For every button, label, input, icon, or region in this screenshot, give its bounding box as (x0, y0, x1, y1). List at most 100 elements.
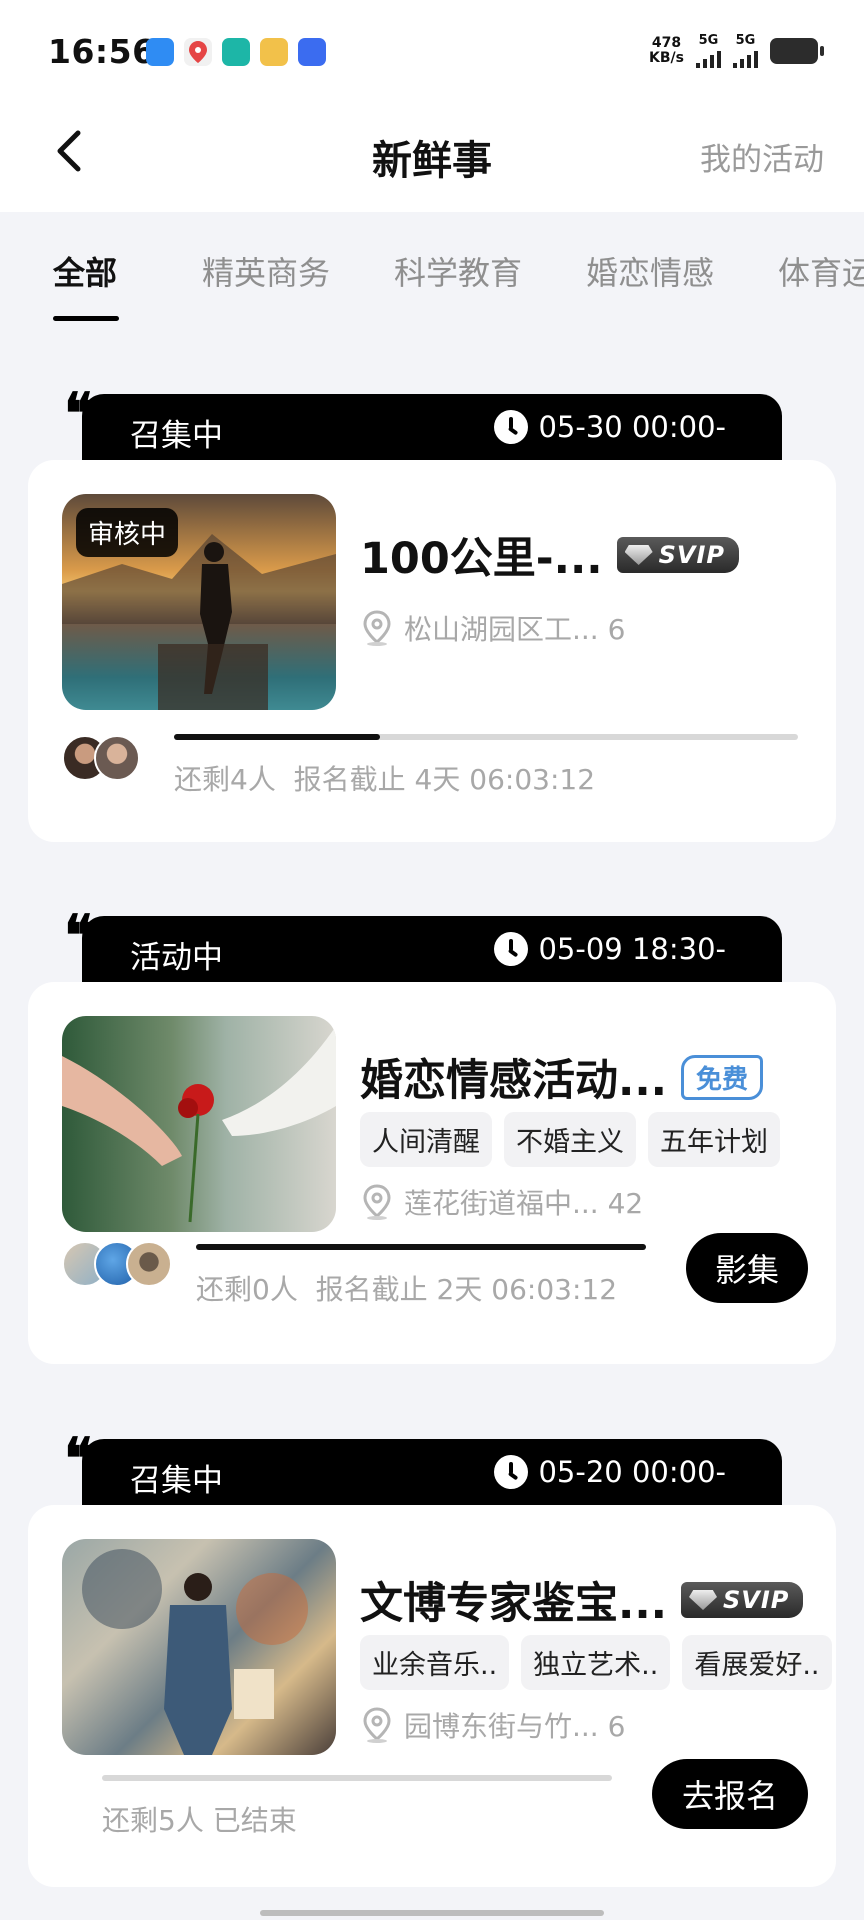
status-indicators: 478 KB/s 5G 5G (649, 34, 824, 68)
activity-location: 松山湖园区工... 6 (360, 608, 625, 648)
activity-title-text: 文博专家鉴宝... (360, 1579, 668, 1629)
location-pin-icon (363, 1707, 391, 1743)
tag-chip: 五年计划 (648, 1112, 780, 1167)
activity-location: 莲花街道福中... 42 (360, 1182, 643, 1222)
remaining-count: 还剩0人 (196, 1273, 298, 1306)
signup-progress-bar (196, 1244, 646, 1250)
browser-app-icon (298, 38, 326, 66)
card-body: 文博专家鉴宝... SVIP 业余音乐.. 独立艺术.. 看展爱好.. 园博东街… (28, 1505, 836, 1887)
tag-chip: 看展爱好.. (682, 1635, 832, 1690)
card-ribbon: 活动中 05-09 18:30- (82, 916, 782, 988)
tab-romance[interactable]: 婚恋情感 (586, 248, 714, 294)
signup-meta: 还剩4人 报名截止 4天 06:03:12 (174, 758, 595, 798)
participant-avatars[interactable] (62, 735, 140, 781)
diamond-icon (689, 1590, 718, 1610)
activity-location: 园博东街与竹... 6 (360, 1705, 625, 1745)
activity-time-text: 05-20 00:00- (538, 1455, 726, 1489)
signup-progress-bar (174, 734, 798, 740)
home-indicator[interactable] (260, 1910, 604, 1916)
activity-tags: 人间清醒 不婚主义 五年计划 (360, 1112, 780, 1167)
avatar (126, 1241, 172, 1287)
tab-sports[interactable]: 体育运 (778, 248, 864, 294)
status-app-icons (146, 38, 326, 66)
activity-location-text: 松山湖园区工... 6 (404, 613, 626, 646)
activity-title-text: 100公里-... (360, 534, 603, 584)
free-badge: 免费 (681, 1054, 764, 1100)
svip-badge-text: SVIP (723, 1586, 790, 1614)
rose-hands-image (62, 1026, 336, 1223)
activity-title-text: 婚恋情感活动... (360, 1056, 668, 1106)
page-header: 新鲜事 我的活动 (0, 100, 864, 212)
status-time: 16:56 (48, 32, 156, 71)
net-label-2: 5G (735, 33, 756, 48)
activity-tags: 业余音乐.. 独立艺术.. 看展爱好.. (360, 1635, 832, 1690)
activity-time-text: 05-09 18:30- (538, 932, 726, 966)
card-body: 审核中 100公里-... SVIP 松山湖园区工... 6 还剩4人 报名截止… (28, 460, 836, 842)
tag-chip: 不婚主义 (504, 1112, 636, 1167)
signal-5g-2: 5G (733, 34, 758, 68)
signup-deadline: 报名截止 2天 06:03:12 (315, 1273, 618, 1306)
activity-time-text: 05-30 00:00- (538, 410, 726, 444)
battery-icon (770, 38, 824, 64)
avatar (94, 735, 140, 781)
clock-icon (494, 932, 529, 966)
art-viewer-image (82, 1549, 308, 1755)
signal-bars-icon (733, 48, 758, 68)
activity-thumbnail[interactable] (62, 1016, 336, 1232)
tab-active-indicator (53, 316, 119, 321)
location-pin-icon (363, 610, 391, 646)
register-button[interactable]: 去报名 (652, 1759, 808, 1829)
tab-business[interactable]: 精英商务 (202, 248, 330, 294)
progress-fill (174, 734, 380, 740)
clock-icon (494, 410, 529, 444)
signal-5g-1: 5G (696, 34, 721, 68)
speed-value: 478 (651, 35, 682, 51)
activity-card[interactable]: ❝ 活动中 05-09 18:30- 婚恋情感活动... 免费 人间清醒 不婚主… (28, 908, 836, 1366)
net-label-1: 5G (698, 33, 719, 48)
signup-meta: 还剩5人 已结束 (102, 1799, 297, 1839)
tab-all[interactable]: 全部 (53, 248, 117, 294)
activity-location-text: 莲花街道福中... 42 (404, 1187, 644, 1220)
status-bar: 16:56 478 KB/s 5G 5G (0, 0, 864, 100)
svip-badge-text: SVIP (658, 541, 726, 569)
activity-title: 100公里-... SVIP (360, 524, 740, 586)
review-status-tag: 审核中 (76, 508, 179, 557)
participant-avatars[interactable] (62, 1241, 172, 1287)
photo-album-button[interactable]: 影集 (686, 1233, 808, 1303)
activity-card[interactable]: ❝ 召集中 05-30 00:00- 审核中 100公里-... SVIP 松山… (28, 386, 836, 844)
progress-fill (196, 1244, 646, 1250)
boss-app-icon (222, 38, 250, 66)
tab-science-education[interactable]: 科学教育 (394, 248, 522, 294)
signup-meta: 还剩0人 报名截止 2天 06:03:12 (196, 1268, 617, 1308)
activity-thumbnail[interactable] (62, 1539, 336, 1755)
location-pin-icon (363, 1184, 391, 1220)
tag-chip: 人间清醒 (360, 1112, 492, 1167)
signup-progress-bar (102, 1775, 612, 1781)
activity-time: 05-20 00:00- (494, 1455, 726, 1489)
card-ribbon: 召集中 05-30 00:00- (82, 394, 782, 466)
speed-unit: KB/s (649, 50, 684, 66)
card-body: 婚恋情感活动... 免费 人间清醒 不婚主义 五年计划 莲花街道福中... 42… (28, 982, 836, 1364)
card-ribbon: 召集中 05-20 00:00- (82, 1439, 782, 1511)
activity-card[interactable]: ❝ 召集中 05-20 00:00- 文博专家鉴宝... SVIP 业余音乐..… (28, 1431, 836, 1889)
activity-title: 婚恋情感活动... 免费 (360, 1046, 764, 1108)
svip-badge: SVIP (616, 537, 740, 573)
category-tabs: 全部 精英商务 科学教育 婚恋情感 体育运 (0, 212, 864, 322)
clock-icon (494, 1455, 529, 1489)
network-speed: 478 KB/s (649, 36, 684, 66)
svip-badge: SVIP (681, 1582, 804, 1618)
app-notification-icon (146, 38, 174, 66)
tag-chip: 业余音乐.. (360, 1635, 510, 1690)
activity-status: 活动中 (130, 940, 223, 976)
activity-thumbnail[interactable]: 审核中 (62, 494, 336, 710)
signup-deadline: 报名截止 4天 06:03:12 (293, 763, 596, 796)
activity-time: 05-30 00:00- (494, 410, 726, 444)
files-app-icon (260, 38, 288, 66)
tag-chip: 独立艺术.. (521, 1635, 671, 1690)
diamond-icon (624, 545, 653, 565)
remaining-count: 还剩4人 (174, 763, 276, 796)
remaining-count: 还剩5人 (102, 1804, 204, 1837)
activity-status: 召集中 (130, 1463, 223, 1499)
my-activities-link[interactable]: 我的活动 (700, 134, 824, 179)
signal-bars-icon (696, 48, 721, 68)
